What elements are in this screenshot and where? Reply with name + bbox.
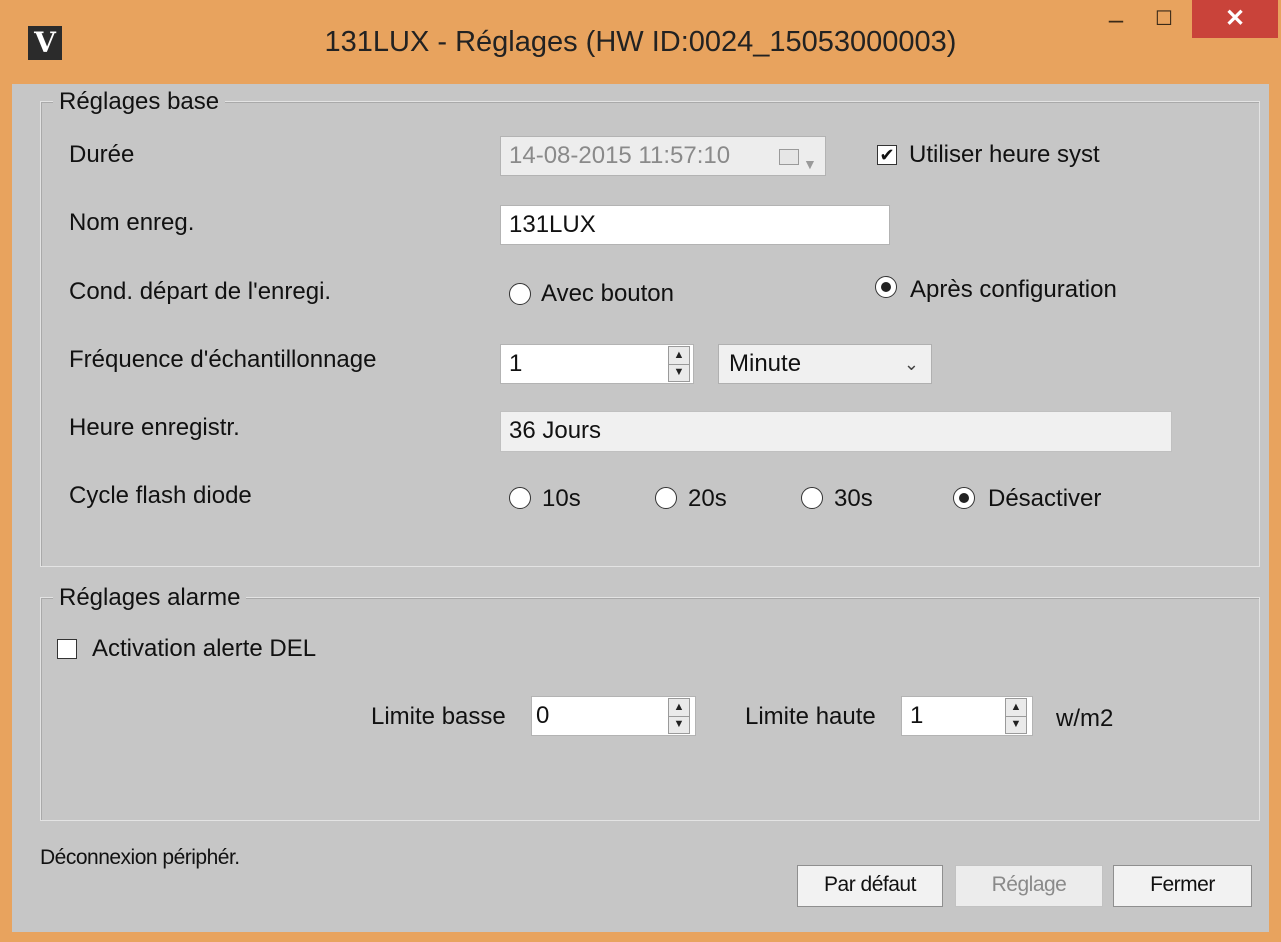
led-cycle-disable-radio[interactable] [953, 487, 975, 509]
base-settings-title: Réglages base [53, 88, 226, 116]
limit-unit-label: w/m2 [1056, 705, 1114, 732]
led-alert-checkbox[interactable] [57, 639, 77, 659]
record-time-label: Heure enregistr. [69, 414, 240, 441]
radio-selected-dot [959, 493, 969, 503]
led-cycle-20s-radio[interactable] [655, 487, 677, 509]
low-limit-stepper[interactable]: ▲ ▼ [668, 698, 690, 734]
led-cycle-disable-label: Désactiver [988, 485, 1102, 512]
close-window-button[interactable]: ✕ [1192, 0, 1278, 38]
stepper-down-icon[interactable]: ▼ [669, 364, 689, 381]
sampling-value-input[interactable]: 1 [500, 344, 694, 384]
close-button[interactable]: Fermer [1113, 865, 1252, 907]
client-area: Réglages base Durée 14-08-2015 11:57:10 … [12, 84, 1269, 932]
led-cycle-20s-label: 20s [688, 485, 727, 512]
sampling-frequency-label: Fréquence d'échantillonnage [69, 346, 377, 373]
maximize-button[interactable]: ☐ [1141, 0, 1187, 38]
low-limit-label: Limite basse [371, 703, 506, 730]
use-system-time-checkbox[interactable]: ✔ [877, 145, 897, 165]
stepper-up-icon[interactable]: ▲ [669, 699, 689, 717]
alarm-settings-title: Réglages alarme [53, 584, 247, 612]
start-with-button-label: Avec bouton [541, 280, 674, 307]
window-title: 131LUX - Réglages (HW ID:0024_1505300000… [324, 26, 957, 58]
led-cycle-10s-radio[interactable] [509, 487, 531, 509]
led-alert-label: Activation alerte DEL [92, 635, 317, 662]
start-with-button-radio[interactable] [509, 283, 531, 305]
led-cycle-label: Cycle flash diode [69, 482, 252, 509]
start-after-config-radio[interactable] [875, 276, 897, 298]
start-after-config-label: Après configuration [910, 276, 1117, 303]
sampling-unit-select[interactable]: Minute ⌄ [718, 344, 932, 384]
stepper-down-icon[interactable]: ▼ [669, 716, 689, 733]
duration-datetime-picker[interactable]: 14-08-2015 11:57:10 ▼ [500, 136, 826, 176]
apply-button[interactable]: Réglage [955, 865, 1103, 907]
calendar-icon [779, 149, 799, 165]
duration-label: Durée [69, 141, 135, 168]
led-cycle-30s-label: 30s [834, 485, 873, 512]
settings-window: V 131LUX - Réglages (HW ID:0024_15053000… [0, 0, 1281, 942]
duration-value: 14-08-2015 11:57:10 [509, 142, 731, 169]
default-button[interactable]: Par défaut [797, 865, 943, 907]
chevron-down-icon: ⌄ [903, 354, 919, 374]
high-limit-label: Limite haute [745, 703, 876, 730]
recorder-name-label: Nom enreg. [69, 209, 195, 236]
recorder-name-input[interactable]: 131LUX [500, 205, 890, 245]
chevron-down-icon: ▼ [803, 156, 817, 172]
sampling-stepper[interactable]: ▲ ▼ [668, 346, 690, 382]
title-bar[interactable]: V 131LUX - Réglages (HW ID:0024_15053000… [0, 0, 1281, 86]
status-text: Déconnexion périphér. [40, 846, 240, 869]
led-cycle-30s-radio[interactable] [801, 487, 823, 509]
record-time-value: 36 Jours [500, 411, 1172, 452]
use-system-time-label: Utiliser heure syst [909, 141, 1100, 168]
stepper-up-icon[interactable]: ▲ [1006, 699, 1026, 717]
stepper-down-icon[interactable]: ▼ [1006, 716, 1026, 733]
high-limit-stepper[interactable]: ▲ ▼ [1005, 698, 1027, 734]
stepper-up-icon[interactable]: ▲ [669, 347, 689, 365]
minimize-button[interactable]: – [1093, 0, 1139, 38]
radio-selected-dot [881, 282, 891, 292]
start-condition-label: Cond. départ de l'enregi. [69, 278, 332, 305]
sampling-unit-value: Minute [729, 350, 802, 377]
led-cycle-10s-label: 10s [542, 485, 581, 512]
